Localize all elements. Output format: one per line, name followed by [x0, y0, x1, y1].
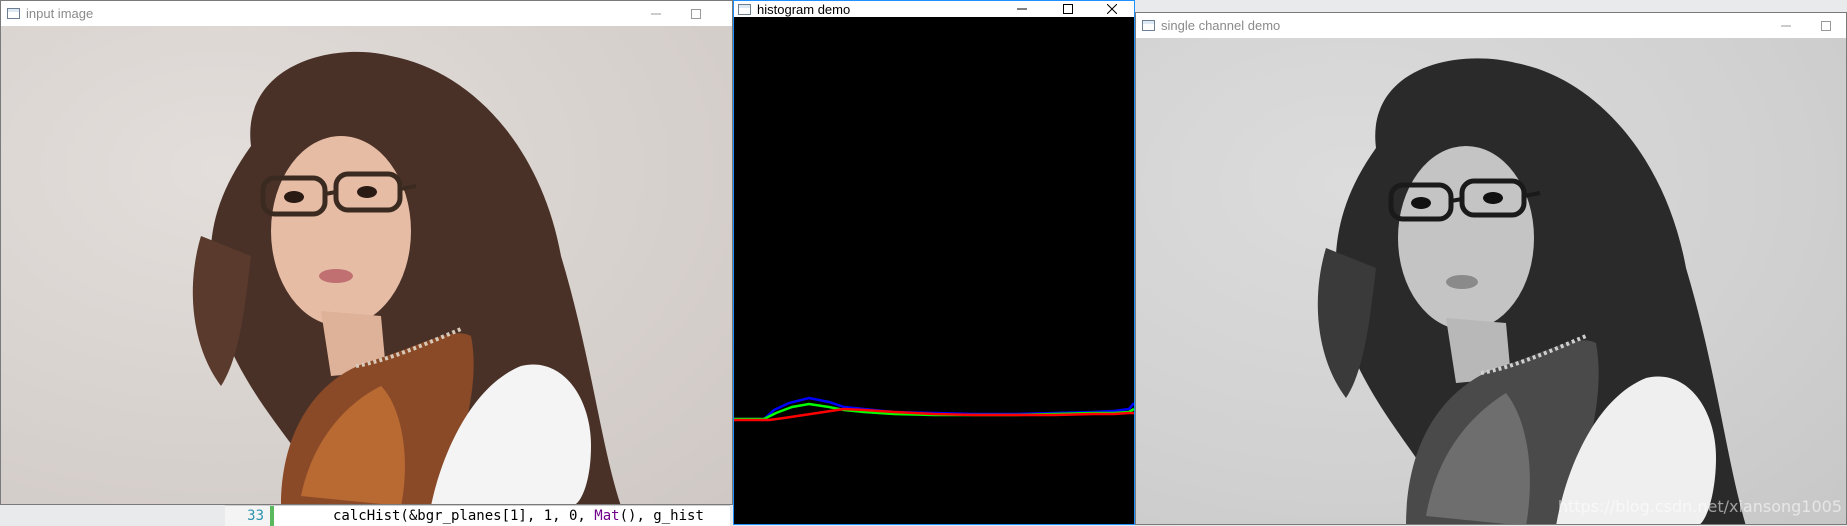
single-channel-canvas: https://blog.csdn.net/xiansong1005 [1136, 38, 1846, 524]
code-line[interactable]: calcHist(&bgr_planes[1], 1, 0, Mat(), g_… [333, 506, 704, 526]
histogram-window[interactable]: histogram demo [733, 0, 1135, 525]
minimize-button[interactable] [1002, 1, 1042, 17]
input-image-canvas [1, 26, 732, 504]
window-app-icon [738, 3, 751, 15]
histogram-canvas [734, 17, 1134, 524]
code-keyword: Mat [594, 508, 620, 524]
close-button[interactable] [1092, 1, 1132, 17]
histogram-plot [734, 396, 1134, 422]
single-channel-window[interactable]: single channel demo https://blog.csdn.ne… [1135, 12, 1847, 525]
code-suffix: (), g_hist [619, 508, 704, 524]
maximize-icon [1063, 4, 1073, 14]
portrait-color-drawing [192, 51, 621, 504]
change-indicator [270, 506, 274, 526]
single-channel-titlebar[interactable]: single channel demo [1136, 13, 1846, 38]
minimize-icon [1017, 8, 1027, 10]
code-editor-strip[interactable]: 33 calcHist(&bgr_planes[1], 1, 0, Mat(),… [225, 505, 730, 526]
close-icon [1107, 4, 1117, 14]
minimize-button[interactable] [636, 1, 676, 26]
watermark-text: https://blog.csdn.net/xiansong1005 [1557, 497, 1842, 516]
line-number: 33 [225, 506, 270, 526]
minimize-icon [651, 13, 661, 14]
minimize-button[interactable] [1766, 13, 1806, 38]
maximize-button[interactable] [1048, 1, 1088, 17]
window-app-icon [7, 8, 20, 19]
single-channel-title: single channel demo [1161, 18, 1281, 33]
code-prefix: calcHist(&bgr_planes[1], 1, 0, [333, 508, 595, 524]
histogram-title: histogram demo [757, 1, 851, 17]
input-image-titlebar[interactable]: input image [1, 1, 732, 26]
maximize-icon [691, 8, 701, 19]
maximize-icon [1821, 20, 1831, 31]
minimize-icon [1781, 25, 1791, 26]
maximize-button[interactable] [676, 1, 716, 26]
maximize-button[interactable] [1806, 13, 1846, 38]
histogram-red-curve [734, 407, 1134, 422]
portrait-gray-drawing [1317, 58, 1746, 524]
histogram-titlebar[interactable]: histogram demo [734, 1, 1134, 17]
input-image-window[interactable]: input image [0, 0, 733, 505]
window-app-icon [1142, 20, 1155, 31]
input-image-title: input image [26, 6, 94, 21]
